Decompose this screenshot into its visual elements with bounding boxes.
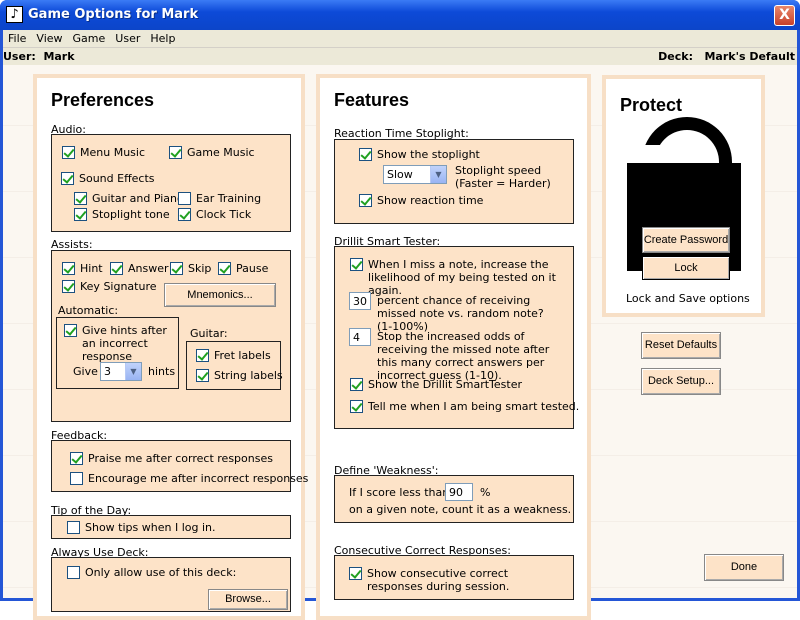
mnemonics-button[interactable]: Mnemonics... (164, 283, 276, 307)
guitar-piano-checkbox[interactable]: Guitar and Piano (74, 192, 184, 205)
percent-input[interactable]: 30 (349, 292, 371, 310)
feedback-group: Praise me after correct responses Encour… (51, 440, 308, 492)
lock-icon (627, 163, 741, 271)
client-area: File View Game User Help User: Mark Deck: Ma… (3, 30, 797, 620)
pause-checkbox[interactable]: Pause (218, 262, 268, 275)
protect-title: Protect (620, 95, 683, 115)
tester-group: When I miss a note, increase the likelih… (334, 246, 579, 429)
menu-user[interactable]: User (110, 30, 145, 45)
done-button[interactable]: Done (704, 554, 784, 581)
tip-group: Show tips when I log in. (51, 515, 291, 539)
fret-labels-checkbox[interactable]: Fret labels (196, 349, 271, 362)
automatic-group: Give hints after an incorrect response G… (56, 317, 179, 389)
weakness-group: If I score less than 90 % on a given not… (334, 475, 574, 523)
praise-checkbox[interactable]: Praise me after correct responses (70, 452, 273, 465)
tell-me-checkbox[interactable]: Tell me when I am being smart tested. (350, 400, 579, 413)
show-consecutive-checkbox[interactable]: Show consecutive correct responses durin… (349, 567, 564, 593)
lock-button[interactable]: Lock (642, 256, 730, 280)
close-button[interactable]: X (774, 5, 795, 26)
stoplight-group: Show the stoplight Slow ▼ Stoplight speed… (334, 139, 574, 224)
preferences-title: Preferences (51, 90, 155, 110)
features-title: Features (334, 90, 410, 110)
ear-training-checkbox[interactable]: Ear Training (178, 192, 261, 205)
stop-text: Stop the increased odds of receiving the… (377, 330, 550, 382)
menu-bar: File View Game User Help (3, 30, 797, 48)
stoplight-speed-select[interactable]: Slow ▼ (383, 165, 447, 184)
clock-tick-checkbox[interactable]: Clock Tick (178, 208, 251, 221)
preferences-panel: Preferences Audio: Menu Music Game Music… (33, 74, 308, 620)
menu-music-checkbox[interactable]: Menu Music (62, 146, 145, 159)
show-stoplight-checkbox[interactable]: Show the stoplight (359, 148, 480, 161)
user-name: Mark (43, 50, 75, 63)
percent-text: percent chance of receiving missed note … (377, 294, 544, 333)
deck-label: Deck: (658, 50, 693, 63)
menu-view[interactable]: View (31, 30, 67, 45)
protect-panel: Protect Create Password Lock Lock and Sa… (602, 75, 765, 317)
hint-checkbox[interactable]: Hint (62, 262, 103, 275)
show-reaction-checkbox[interactable]: Show reaction time (359, 194, 483, 207)
chevron-down-icon: ▼ (430, 166, 446, 183)
sound-effects-checkbox[interactable]: Sound Effects (61, 172, 155, 185)
answer-checkbox[interactable]: Answer (110, 262, 169, 275)
menu-file[interactable]: File (3, 30, 31, 45)
title-bar[interactable]: ♪ Game Options for Mark X (0, 0, 800, 30)
user-bar: User: Mark Deck: Mark's Default (3, 48, 797, 65)
app-icon: ♪ (6, 6, 23, 23)
show-tester-checkbox[interactable]: Show the Drillit SmartTester (350, 378, 522, 391)
give-hints-checkbox[interactable]: Give hints after an incorrect response (64, 324, 176, 363)
weakness-percent: % (480, 486, 491, 499)
guitar-label: Guitar: (190, 327, 228, 340)
encourage-checkbox[interactable]: Encourage me after incorrect responses (70, 472, 308, 485)
window: ♪ Game Options for Mark X File View Game Us… (0, 0, 800, 620)
weakness-line1: If I score less than (349, 486, 450, 499)
deck-name: Mark's Default (704, 50, 795, 63)
reset-defaults-button[interactable]: Reset Defaults (641, 332, 721, 359)
lock-caption: Lock and Save options (626, 292, 750, 305)
hints-label: hints (148, 365, 176, 378)
string-labels-checkbox[interactable]: String labels (196, 369, 283, 382)
hints-count-select[interactable]: 3 ▼ (100, 362, 142, 381)
consecutive-group: Show consecutive correct responses durin… (334, 555, 574, 600)
features-panel: Features Reaction Time Stoplight: Show t… (316, 74, 591, 620)
user-label: User: (3, 50, 36, 63)
stop-input[interactable]: 4 (349, 328, 371, 346)
chevron-down-icon: ▼ (125, 363, 141, 380)
give-label: Give (73, 365, 98, 378)
automatic-label: Automatic: (58, 304, 119, 317)
deck-setup-button[interactable]: Deck Setup... (641, 368, 721, 395)
browse-button[interactable]: Browse... (208, 589, 288, 610)
show-tips-checkbox[interactable]: Show tips when I log in. (67, 521, 216, 534)
only-allow-checkbox[interactable]: Only allow use of this deck: (67, 566, 236, 579)
key-signature-checkbox[interactable]: Key Signature (62, 280, 157, 293)
guitar-group: Fret labels String labels (186, 341, 283, 390)
menu-help[interactable]: Help (145, 30, 180, 45)
skip-checkbox[interactable]: Skip (170, 262, 211, 275)
menu-game[interactable]: Game (68, 30, 111, 45)
stoplight-speed-label: Stoplight speed (455, 164, 542, 177)
game-music-checkbox[interactable]: Game Music (169, 146, 255, 159)
stoplight-tone-checkbox[interactable]: Stoplight tone (74, 208, 170, 221)
deck-group: Only allow use of this deck: Browse... (51, 557, 291, 612)
audio-group: Menu Music Game Music Sound Effects Guit… (51, 134, 291, 232)
assists-group: Hint Answer Skip Pause Key Signature Mne… (51, 250, 291, 422)
stoplight-speed-hint: (Faster = Harder) (455, 177, 551, 190)
create-password-button[interactable]: Create Password (642, 227, 730, 253)
weakness-line2: on a given note, count it as a weakness. (349, 503, 572, 516)
window-title: Game Options for Mark (28, 7, 199, 22)
weakness-input[interactable]: 90 (445, 483, 473, 501)
miss-note-checkbox[interactable]: When I miss a note, increase the likelih… (350, 258, 565, 297)
